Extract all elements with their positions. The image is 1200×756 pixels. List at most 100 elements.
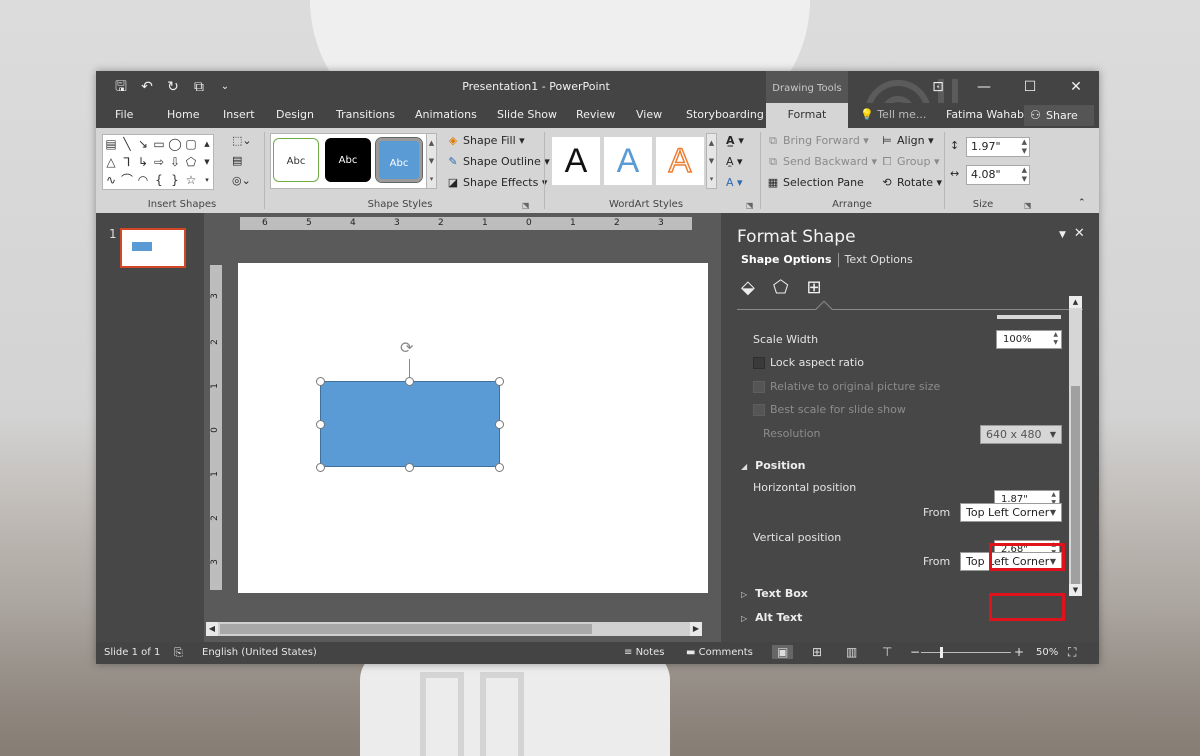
minimize-icon[interactable]: — bbox=[961, 71, 1007, 103]
text-options-tab[interactable]: Text Options bbox=[845, 253, 913, 266]
collapse-ribbon-icon[interactable]: ⌃ bbox=[1078, 198, 1086, 208]
normal-view-icon[interactable]: ▣ bbox=[772, 645, 794, 659]
wordart-launcher-icon[interactable]: ⬔ bbox=[746, 201, 754, 210]
bring-forward-button[interactable]: ⧉ Bring Forward ▾ bbox=[766, 134, 869, 148]
maximize-icon[interactable]: ☐ bbox=[1007, 71, 1053, 103]
lock-aspect-checkbox[interactable] bbox=[753, 357, 765, 369]
pane-scroll-down-icon[interactable]: ▼ bbox=[1069, 584, 1082, 596]
size-properties-icon[interactable]: ⊞ bbox=[807, 277, 822, 298]
triangle-shape-icon[interactable]: △ bbox=[103, 153, 119, 171]
rectangle-shape-icon[interactable]: ▭ bbox=[151, 135, 167, 153]
resize-handle-right[interactable] bbox=[495, 420, 504, 429]
resolution-select[interactable]: 640 x 480 ▼ bbox=[980, 425, 1062, 444]
shape-fill-button[interactable]: ◈ Shape Fill ▾ bbox=[446, 134, 525, 147]
resize-handle-top-left[interactable] bbox=[316, 377, 325, 386]
pane-close-icon[interactable]: ✕ bbox=[1074, 226, 1085, 241]
tab-insert[interactable]: Insert bbox=[223, 108, 255, 121]
rotate-button[interactable]: ⟲ Rotate ▾ bbox=[880, 176, 942, 189]
resize-handle-left[interactable] bbox=[316, 420, 325, 429]
shape-styles-launcher-icon[interactable]: ⬔ bbox=[522, 201, 530, 210]
merge-shapes-icon[interactable]: ◎⌄ bbox=[232, 174, 251, 187]
text-box-shape-icon[interactable]: ▤ bbox=[103, 135, 119, 153]
rounded-rect-shape-icon[interactable]: ▢ bbox=[183, 135, 199, 153]
curve-shape-icon[interactable]: ⌒ bbox=[119, 171, 135, 189]
arc-shape-icon[interactable]: ◠ bbox=[135, 171, 151, 189]
text-outline-icon[interactable]: A̱ ▾ bbox=[726, 155, 743, 168]
slide-thumbnail[interactable] bbox=[120, 228, 186, 268]
text-effects-icon[interactable]: A ▾ bbox=[726, 176, 743, 189]
language-indicator[interactable]: English (United States) bbox=[202, 647, 317, 658]
align-button[interactable]: ⊨ Align ▾ bbox=[880, 134, 933, 147]
shape-outline-button[interactable]: ✎ Shape Outline ▾ bbox=[446, 155, 549, 168]
fill-line-icon[interactable]: ⬙ bbox=[741, 277, 755, 298]
horizontal-scrollbar[interactable]: ◀ ▶ bbox=[206, 622, 702, 636]
text-box-section[interactable]: ▷ Text Box bbox=[741, 587, 808, 600]
notes-button[interactable]: ≡ Notes bbox=[624, 647, 664, 658]
tab-transitions[interactable]: Transitions bbox=[336, 108, 395, 121]
style-gallery-scroll[interactable]: ▲ ▼ ▾ bbox=[426, 133, 437, 189]
star-shape-icon[interactable]: ☆ bbox=[183, 171, 199, 189]
reading-view-icon[interactable]: ▥ bbox=[846, 645, 857, 659]
close-icon[interactable]: ✕ bbox=[1053, 71, 1099, 103]
tell-me-box[interactable]: 💡 Tell me... bbox=[860, 108, 926, 121]
flowchart-shape-icon[interactable]: ⬠ bbox=[183, 153, 199, 171]
tab-design[interactable]: Design bbox=[276, 108, 314, 121]
wordart-blue[interactable]: A bbox=[604, 137, 652, 185]
shape-width-input[interactable]: 4.08" ▲ ▼ bbox=[966, 165, 1030, 185]
gallery-more-icon[interactable]: ▲ bbox=[199, 135, 215, 153]
width-spinner-icon[interactable]: ▲ ▼ bbox=[1022, 166, 1027, 184]
tab-format[interactable]: Format bbox=[766, 103, 848, 128]
position-section[interactable]: ◢ Position bbox=[741, 459, 806, 472]
scale-width-input[interactable]: 100% ▲ ▼ bbox=[996, 330, 1062, 349]
size-launcher-icon[interactable]: ⬔ bbox=[1024, 201, 1032, 210]
freeform-shape-icon[interactable]: ∿ bbox=[103, 171, 119, 189]
zoom-slider[interactable] bbox=[921, 652, 1011, 653]
tab-home[interactable]: Home bbox=[167, 108, 199, 121]
style-sample-blue[interactable]: Abc bbox=[375, 137, 423, 183]
tab-file[interactable]: File bbox=[115, 108, 133, 121]
left-brace-shape-icon[interactable]: { bbox=[151, 171, 167, 189]
alt-text-section[interactable]: ▷ Alt Text bbox=[741, 611, 802, 624]
shape-options-tab[interactable]: Shape Options bbox=[741, 253, 832, 266]
relative-original-checkbox[interactable] bbox=[753, 381, 765, 393]
wordart-gallery-scroll[interactable]: ▲ ▼ ▾ bbox=[706, 133, 717, 189]
gallery-down-icon[interactable]: ▼ bbox=[199, 153, 215, 171]
shapes-gallery[interactable]: ▤ ╲ ↘ ▭ ◯ ▢ ▲ △ ⅂ ↳ ⇨ ⇩ ⬠ ▼ ∿ ⌒ ◠ { } ☆ … bbox=[102, 134, 214, 190]
resize-handle-bottom-left[interactable] bbox=[316, 463, 325, 472]
slide-sorter-icon[interactable]: ⊞ bbox=[812, 645, 822, 659]
wordart-black[interactable]: A bbox=[552, 137, 600, 185]
tab-review[interactable]: Review bbox=[576, 108, 615, 121]
style-sample-black[interactable]: Abc bbox=[325, 138, 371, 182]
slide-show-icon[interactable]: ⊤ bbox=[882, 645, 892, 659]
selected-rectangle-shape[interactable] bbox=[320, 381, 500, 467]
wordart-orange-outline[interactable]: A bbox=[656, 137, 704, 185]
arrow-line-shape-icon[interactable]: ↘ bbox=[135, 135, 151, 153]
pane-scroll-up-icon[interactable]: ▲ bbox=[1069, 296, 1082, 308]
send-backward-button[interactable]: ⧉ Send Backward ▾ bbox=[766, 155, 877, 169]
rotation-handle-icon[interactable]: ⟳ bbox=[400, 339, 413, 357]
draw-text-box-icon[interactable]: ▤ bbox=[232, 154, 242, 167]
shape-effects-button[interactable]: ◪ Shape Effects ▾ bbox=[446, 176, 548, 189]
user-name[interactable]: Fatima Wahab bbox=[946, 108, 1024, 121]
zoom-in-icon[interactable]: + bbox=[1014, 645, 1024, 659]
scroll-left-icon[interactable]: ◀ bbox=[206, 622, 218, 636]
from-horizontal-select[interactable]: Top Left Corner ▼ bbox=[960, 503, 1062, 522]
connector-shape-icon[interactable]: ⅂ bbox=[119, 153, 135, 171]
zoom-slider-knob[interactable] bbox=[940, 647, 943, 658]
best-scale-checkbox[interactable] bbox=[753, 404, 765, 416]
tab-storyboarding[interactable]: Storyboarding bbox=[686, 108, 764, 121]
zoom-out-icon[interactable]: − bbox=[910, 645, 920, 659]
elbow-connector-shape-icon[interactable]: ↳ bbox=[135, 153, 151, 171]
fit-to-window-icon[interactable]: ⛶ bbox=[1068, 645, 1076, 660]
resize-handle-bottom[interactable] bbox=[405, 463, 414, 472]
zoom-level[interactable]: 50% bbox=[1036, 647, 1058, 658]
spell-check-icon[interactable]: ⎘ bbox=[174, 646, 183, 660]
gallery-expand-icon[interactable]: ▾ bbox=[199, 171, 215, 189]
scale-width-spinner-icon[interactable]: ▲ ▼ bbox=[1053, 331, 1058, 347]
pane-scrollbar-thumb[interactable] bbox=[1071, 386, 1080, 586]
line-shape-icon[interactable]: ╲ bbox=[119, 135, 135, 153]
scroll-right-icon[interactable]: ▶ bbox=[690, 622, 702, 636]
style-sample-outline[interactable]: Abc bbox=[273, 138, 319, 182]
down-arrow-shape-icon[interactable]: ⇩ bbox=[167, 153, 183, 171]
comments-button[interactable]: ▬ Comments bbox=[686, 647, 753, 658]
